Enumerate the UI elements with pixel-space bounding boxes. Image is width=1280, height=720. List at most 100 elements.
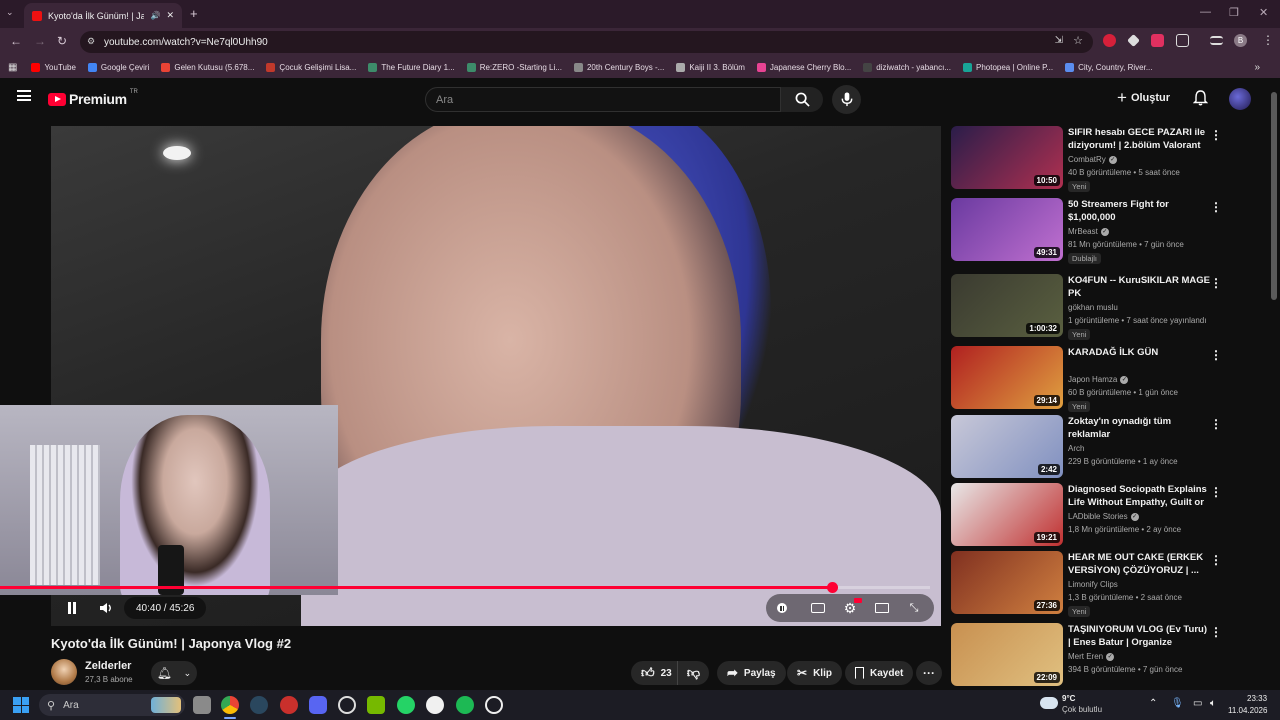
fullscreen-button[interactable]: ⤡ bbox=[904, 597, 924, 619]
chrome-icon[interactable] bbox=[221, 696, 239, 714]
recommendation-channel[interactable]: Mert Eren ✓ bbox=[1068, 652, 1115, 661]
recommendation-item[interactable]: 1:00:32 KO4FUN -- KuruSIKILAR MAGE PK gökh… bbox=[951, 274, 1222, 340]
recommendation-item[interactable]: 22:09 TAŞINIYORUM VLOG (Ev Turu) | Enes B… bbox=[951, 623, 1222, 687]
bookmark-item[interactable]: The Future Diary 1... bbox=[368, 62, 455, 72]
bookmark-item[interactable]: Re:ZERO -Starting Li... bbox=[466, 62, 562, 72]
extension-diamond-icon[interactable] bbox=[1127, 34, 1140, 47]
recommendation-item[interactable]: 10:50 SIFIR hesabı GECE PAZARI ile diziyo… bbox=[951, 126, 1222, 192]
pause-button[interactable] bbox=[62, 597, 82, 619]
page-scrollbar[interactable] bbox=[1271, 92, 1277, 300]
recommendation-thumbnail[interactable]: 29:14 bbox=[951, 346, 1063, 409]
bookmark-item[interactable]: YouTube bbox=[31, 62, 76, 72]
more-vertical-icon[interactable]: ⋮ bbox=[1210, 626, 1222, 638]
bookmark-item[interactable]: Gelen Kutusu (5.678... bbox=[161, 62, 254, 72]
recommendation-title[interactable]: Diagnosed Sociopath Explains Life Withou… bbox=[1068, 483, 1210, 509]
bookmark-star-icon[interactable]: ☆ bbox=[1073, 34, 1083, 47]
recommendation-title[interactable]: 50 Streamers Fight for $1,000,000 bbox=[1068, 198, 1210, 224]
like-button[interactable]: 👍︎ 23 bbox=[631, 661, 677, 685]
spotify-icon[interactable] bbox=[456, 696, 474, 714]
recommendation-thumbnail[interactable]: 19:21 bbox=[951, 483, 1063, 546]
share-button[interactable]: ➦ Paylaş bbox=[717, 661, 786, 685]
dislike-button[interactable]: 👎︎ bbox=[677, 661, 709, 685]
more-vertical-icon[interactable]: ⋮ bbox=[1210, 201, 1222, 213]
youtube-logo[interactable]: Premium TR bbox=[48, 89, 138, 107]
recommendation-channel[interactable]: MrBeast ✓ bbox=[1068, 227, 1109, 236]
recommendation-channel[interactable]: Arch bbox=[1068, 444, 1084, 453]
voice-search-button[interactable] bbox=[832, 85, 861, 114]
recommendation-item[interactable]: 27:36 HEAR ME OUT CAKE (ERKEK VERSİYON) Ç… bbox=[951, 551, 1222, 617]
install-app-icon[interactable]: ⇲ bbox=[1055, 35, 1063, 46]
weather-text[interactable]: Çok bulutlu bbox=[1062, 705, 1102, 714]
new-tab-button[interactable]: + bbox=[190, 6, 198, 21]
recommendation-item[interactable]: 19:21 Diagnosed Sociopath Explains Life W… bbox=[951, 483, 1222, 547]
more-vertical-icon[interactable]: ⋮ bbox=[1210, 418, 1222, 430]
audio-playing-icon[interactable]: 🔊 bbox=[150, 11, 160, 20]
clip-button[interactable]: ✂ Klip bbox=[787, 661, 842, 685]
address-bar[interactable]: ⚙ youtube.com/watch?v=Ne7ql0Uhh90 ⇲ ☆ bbox=[80, 31, 1093, 53]
app-panda-icon[interactable] bbox=[426, 696, 444, 714]
app-settings-icon[interactable] bbox=[338, 696, 356, 714]
notifications-bell-icon[interactable] bbox=[1192, 90, 1209, 111]
recommendation-title[interactable]: HEAR ME OUT CAKE (ERKEK VERSİYON) ÇÖZÜYO… bbox=[1068, 551, 1210, 577]
channel-name[interactable]: Zelderler bbox=[85, 660, 131, 672]
progress-scrubber[interactable] bbox=[827, 582, 838, 593]
recommendation-item[interactable]: 2:42 Zoktay'ın oynadığı tüm reklamlar Arch… bbox=[951, 415, 1222, 479]
clock-time[interactable]: 23:33 bbox=[1247, 694, 1267, 703]
progress-bar[interactable] bbox=[0, 582, 930, 593]
recommendation-thumbnail[interactable]: 1:00:32 bbox=[951, 274, 1063, 337]
tab-search-icon[interactable]: ⌄ bbox=[6, 7, 14, 18]
recommendation-title[interactable]: KO4FUN -- KuruSIKILAR MAGE PK bbox=[1068, 274, 1210, 300]
search-input[interactable]: Ara bbox=[425, 87, 781, 112]
settings-button[interactable]: ⚙ bbox=[840, 597, 862, 619]
profile-avatar[interactable]: B bbox=[1234, 34, 1247, 47]
recommendation-title[interactable]: Zoktay'ın oynadığı tüm reklamlar bbox=[1068, 415, 1210, 441]
browser-tab-active[interactable]: Kyoto'da İlk Günüm! | Japor 🔊 ✕ bbox=[24, 3, 182, 28]
recommendation-item[interactable]: 49:31 50 Streamers Fight for $1,000,000 Mr… bbox=[951, 198, 1222, 264]
subscription-bell-button[interactable]: 🔔︎ ⌄ bbox=[151, 661, 197, 685]
recommendation-thumbnail[interactable]: 49:31 bbox=[951, 198, 1063, 261]
clock-date[interactable]: 11.04.2026 bbox=[1228, 706, 1267, 715]
reading-list-icon[interactable] bbox=[1210, 36, 1223, 45]
reload-icon[interactable]: ↻ bbox=[57, 34, 67, 48]
extension-red-icon[interactable] bbox=[1103, 34, 1116, 47]
close-window-icon[interactable]: ✕ bbox=[1259, 6, 1268, 19]
bookmark-item[interactable]: diziwatch - yabancı... bbox=[863, 62, 951, 72]
extensions-puzzle-icon[interactable] bbox=[1176, 34, 1189, 47]
more-vertical-icon[interactable]: ⋮ bbox=[1210, 486, 1222, 498]
recommendation-thumbnail[interactable]: 10:50 bbox=[951, 126, 1063, 189]
autoplay-toggle[interactable] bbox=[774, 597, 790, 619]
weather-cloud-icon[interactable] bbox=[1040, 697, 1058, 709]
account-avatar[interactable] bbox=[1229, 88, 1251, 110]
more-vertical-icon[interactable]: ⋮ bbox=[1210, 554, 1222, 566]
bookmarks-overflow-icon[interactable]: » bbox=[1254, 62, 1260, 73]
bookmark-item[interactable]: 20th Century Boys -... bbox=[573, 62, 664, 72]
windows-start-icon[interactable] bbox=[13, 697, 29, 713]
minimize-icon[interactable]: — bbox=[1200, 6, 1211, 18]
recommendation-channel[interactable]: gökhan muslu bbox=[1068, 303, 1118, 312]
recommendation-title[interactable]: TAŞINIYORUM VLOG (Ev Turu) | Enes Batur … bbox=[1068, 623, 1210, 649]
more-actions-button[interactable]: ··· bbox=[916, 661, 942, 685]
whatsapp-icon[interactable] bbox=[397, 696, 415, 714]
channel-avatar[interactable] bbox=[51, 659, 77, 685]
tray-monitor-icon[interactable]: ▭ bbox=[1193, 698, 1202, 709]
menu-hamburger-icon[interactable] bbox=[17, 90, 31, 101]
save-button[interactable]: Kaydet bbox=[845, 661, 914, 685]
volume-button[interactable] bbox=[96, 597, 116, 619]
recommendation-thumbnail[interactable]: 2:42 bbox=[951, 415, 1063, 478]
subtitles-button[interactable] bbox=[808, 597, 828, 619]
bookmark-item[interactable]: Japanese Cherry Blo... bbox=[756, 62, 851, 72]
more-vertical-icon[interactable]: ⋮ bbox=[1210, 349, 1222, 361]
tray-mic-icon[interactable]: 🎙︎ bbox=[1171, 698, 1184, 709]
close-tab-icon[interactable]: ✕ bbox=[166, 10, 174, 21]
nvidia-icon[interactable] bbox=[367, 696, 385, 714]
bookmark-item[interactable]: Çocuk Gelişimi Lisa... bbox=[266, 62, 356, 72]
extension-box-icon[interactable] bbox=[1151, 34, 1164, 47]
bookmark-item[interactable]: City, Country, River... bbox=[1065, 62, 1152, 72]
chatgpt-icon[interactable] bbox=[485, 696, 503, 714]
restore-icon[interactable]: ❐ bbox=[1229, 6, 1239, 19]
recommendation-thumbnail[interactable]: 27:36 bbox=[951, 551, 1063, 614]
miniplayer-button[interactable] bbox=[872, 597, 892, 619]
bookmark-item[interactable]: Google Çeviri bbox=[87, 62, 149, 72]
search-button[interactable] bbox=[781, 87, 823, 112]
bookmark-item[interactable]: Photopea | Online P... bbox=[962, 62, 1053, 72]
